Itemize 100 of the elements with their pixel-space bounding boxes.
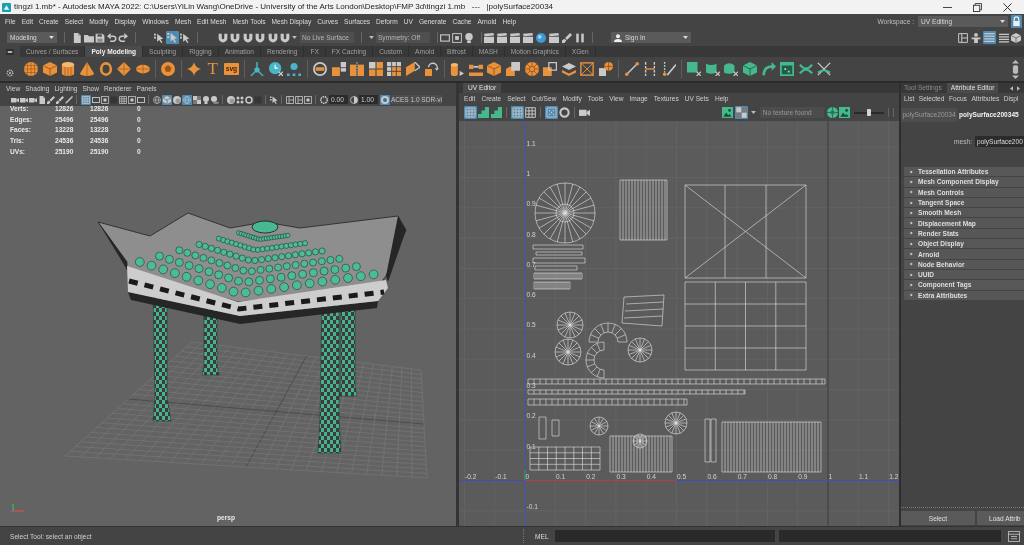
magnet-icon[interactable]	[267, 32, 278, 43]
image-icon[interactable]	[839, 107, 851, 118]
wheel-icon[interactable]	[524, 62, 539, 76]
caret-icon[interactable]	[368, 36, 374, 39]
caret-icon[interactable]	[291, 36, 297, 39]
left-arrow-icon[interactable]	[1010, 85, 1013, 91]
folder-icon[interactable]	[83, 32, 94, 43]
person-icon[interactable]	[970, 32, 981, 43]
scroll-arrows-icon[interactable]	[1012, 59, 1019, 79]
wedge-icon[interactable]	[406, 62, 420, 76]
magnet-icon[interactable]	[242, 32, 253, 43]
minimize-icon[interactable]	[943, 6, 952, 8]
layers-icon[interactable]	[561, 62, 576, 76]
frame-icon[interactable]	[136, 95, 145, 104]
ring-icon[interactable]	[559, 107, 571, 118]
frame-icon[interactable]	[91, 95, 100, 104]
quad-grid-icon[interactable]	[368, 62, 383, 76]
crossed-curves-icon[interactable]	[798, 62, 813, 76]
torus-icon[interactable]	[98, 62, 113, 76]
clock-icon[interactable]	[268, 62, 283, 76]
brush-icon[interactable]	[561, 32, 572, 43]
framed-square-icon[interactable]	[303, 95, 312, 104]
bulb-icon[interactable]	[201, 95, 210, 104]
lines-icon[interactable]	[998, 32, 1009, 43]
stairs-icon[interactable]	[478, 107, 490, 118]
cube-icon[interactable]	[487, 62, 502, 76]
image-icon[interactable]	[722, 107, 734, 118]
grid-icon[interactable]	[510, 106, 524, 119]
cursor-icon[interactable]	[154, 32, 164, 43]
sparkle-icon[interactable]	[187, 62, 202, 76]
uv-sphere-icon[interactable]	[724, 62, 739, 76]
cone-icon[interactable]	[80, 62, 95, 76]
aperture-icon[interactable]	[319, 95, 328, 104]
checker-icon[interactable]	[192, 95, 201, 104]
dot-grid-icon[interactable]	[544, 106, 558, 119]
uv-cube-icon[interactable]	[743, 62, 758, 76]
ball-and-square-icon[interactable]	[598, 62, 613, 76]
page-icon[interactable]	[37, 95, 46, 104]
type-tool-button[interactable]: T	[205, 61, 220, 77]
soccer-ball-icon[interactable]	[161, 62, 176, 76]
wireframe-sphere-icon[interactable]	[152, 95, 161, 104]
caret-icon[interactable]	[750, 111, 756, 114]
cursor-icon[interactable]	[165, 31, 179, 44]
cube-icon[interactable]	[42, 62, 57, 76]
dots-icon[interactable]	[235, 95, 244, 104]
uv-plane-icon[interactable]	[687, 62, 702, 76]
curved-arrow-icon[interactable]	[761, 62, 776, 76]
magnet-icon[interactable]	[218, 32, 228, 43]
brush-icon[interactable]	[46, 95, 55, 104]
cube-icon[interactable]	[1011, 32, 1021, 43]
cylinder-arrow-icon[interactable]	[450, 62, 465, 76]
wheel-icon[interactable]	[826, 107, 838, 118]
camera-icon[interactable]	[28, 95, 37, 104]
half-circle-icon[interactable]	[349, 95, 358, 104]
tripod-icon[interactable]	[250, 62, 265, 76]
edge-loop-icon[interactable]	[643, 62, 658, 76]
split-blocks-icon[interactable]	[350, 62, 365, 76]
panes-icon[interactable]	[958, 32, 968, 43]
cube-icon[interactable]	[161, 94, 172, 105]
stacked-boxes-icon[interactable]	[505, 62, 520, 76]
diamond-icon[interactable]	[117, 62, 132, 76]
clapper-icon[interactable]	[483, 32, 494, 43]
uv-cylinder-icon[interactable]	[705, 62, 720, 76]
checker-icon[interactable]	[735, 106, 748, 119]
framed-square-icon[interactable]	[451, 32, 462, 43]
crossed-box-icon[interactable]	[580, 62, 595, 76]
shaded-sphere-icon[interactable]	[226, 95, 235, 104]
stairs-icon[interactable]	[491, 107, 502, 118]
camera-icon[interactable]	[578, 107, 590, 118]
dots-icon[interactable]	[287, 62, 302, 76]
redo-icon[interactable]	[118, 32, 128, 43]
lock-icon[interactable]	[1011, 15, 1022, 28]
clapper-icon[interactable]	[522, 32, 533, 43]
bulb-icon[interactable]	[463, 32, 474, 43]
right-arrow-icon[interactable]	[1017, 85, 1020, 91]
rotate-arrow-icon[interactable]	[424, 62, 439, 76]
boxes-icon[interactable]	[543, 62, 558, 76]
ring-icon[interactable]	[313, 62, 327, 76]
dashed-line-icon[interactable]	[661, 62, 676, 76]
cross-icon[interactable]	[817, 62, 832, 76]
bridge-icon[interactable]	[468, 62, 483, 76]
grid-icon[interactable]	[463, 106, 477, 119]
shadow-icon[interactable]	[210, 95, 219, 104]
frame-icon[interactable]	[439, 32, 450, 43]
slider-thumb[interactable]	[867, 109, 871, 116]
blocks-icon[interactable]	[331, 62, 346, 76]
shaded-sphere-icon[interactable]	[172, 95, 181, 104]
uv-window-icon[interactable]	[780, 62, 795, 76]
command-input-field[interactable]	[554, 530, 775, 542]
wireframe-sphere-icon[interactable]	[181, 94, 192, 105]
page-icon[interactable]	[72, 32, 82, 43]
magnet-icon[interactable]	[230, 32, 241, 43]
clapper-icon[interactable]	[496, 32, 507, 43]
framed-square-icon[interactable]	[100, 95, 109, 104]
panes-icon[interactable]	[285, 95, 294, 104]
cursor-icon[interactable]	[269, 95, 278, 104]
minus-icon[interactable]	[6, 49, 14, 55]
cursor-icon[interactable]	[180, 32, 190, 43]
clapper-icon[interactable]	[548, 32, 559, 43]
script-editor-icon[interactable]	[1007, 530, 1020, 542]
